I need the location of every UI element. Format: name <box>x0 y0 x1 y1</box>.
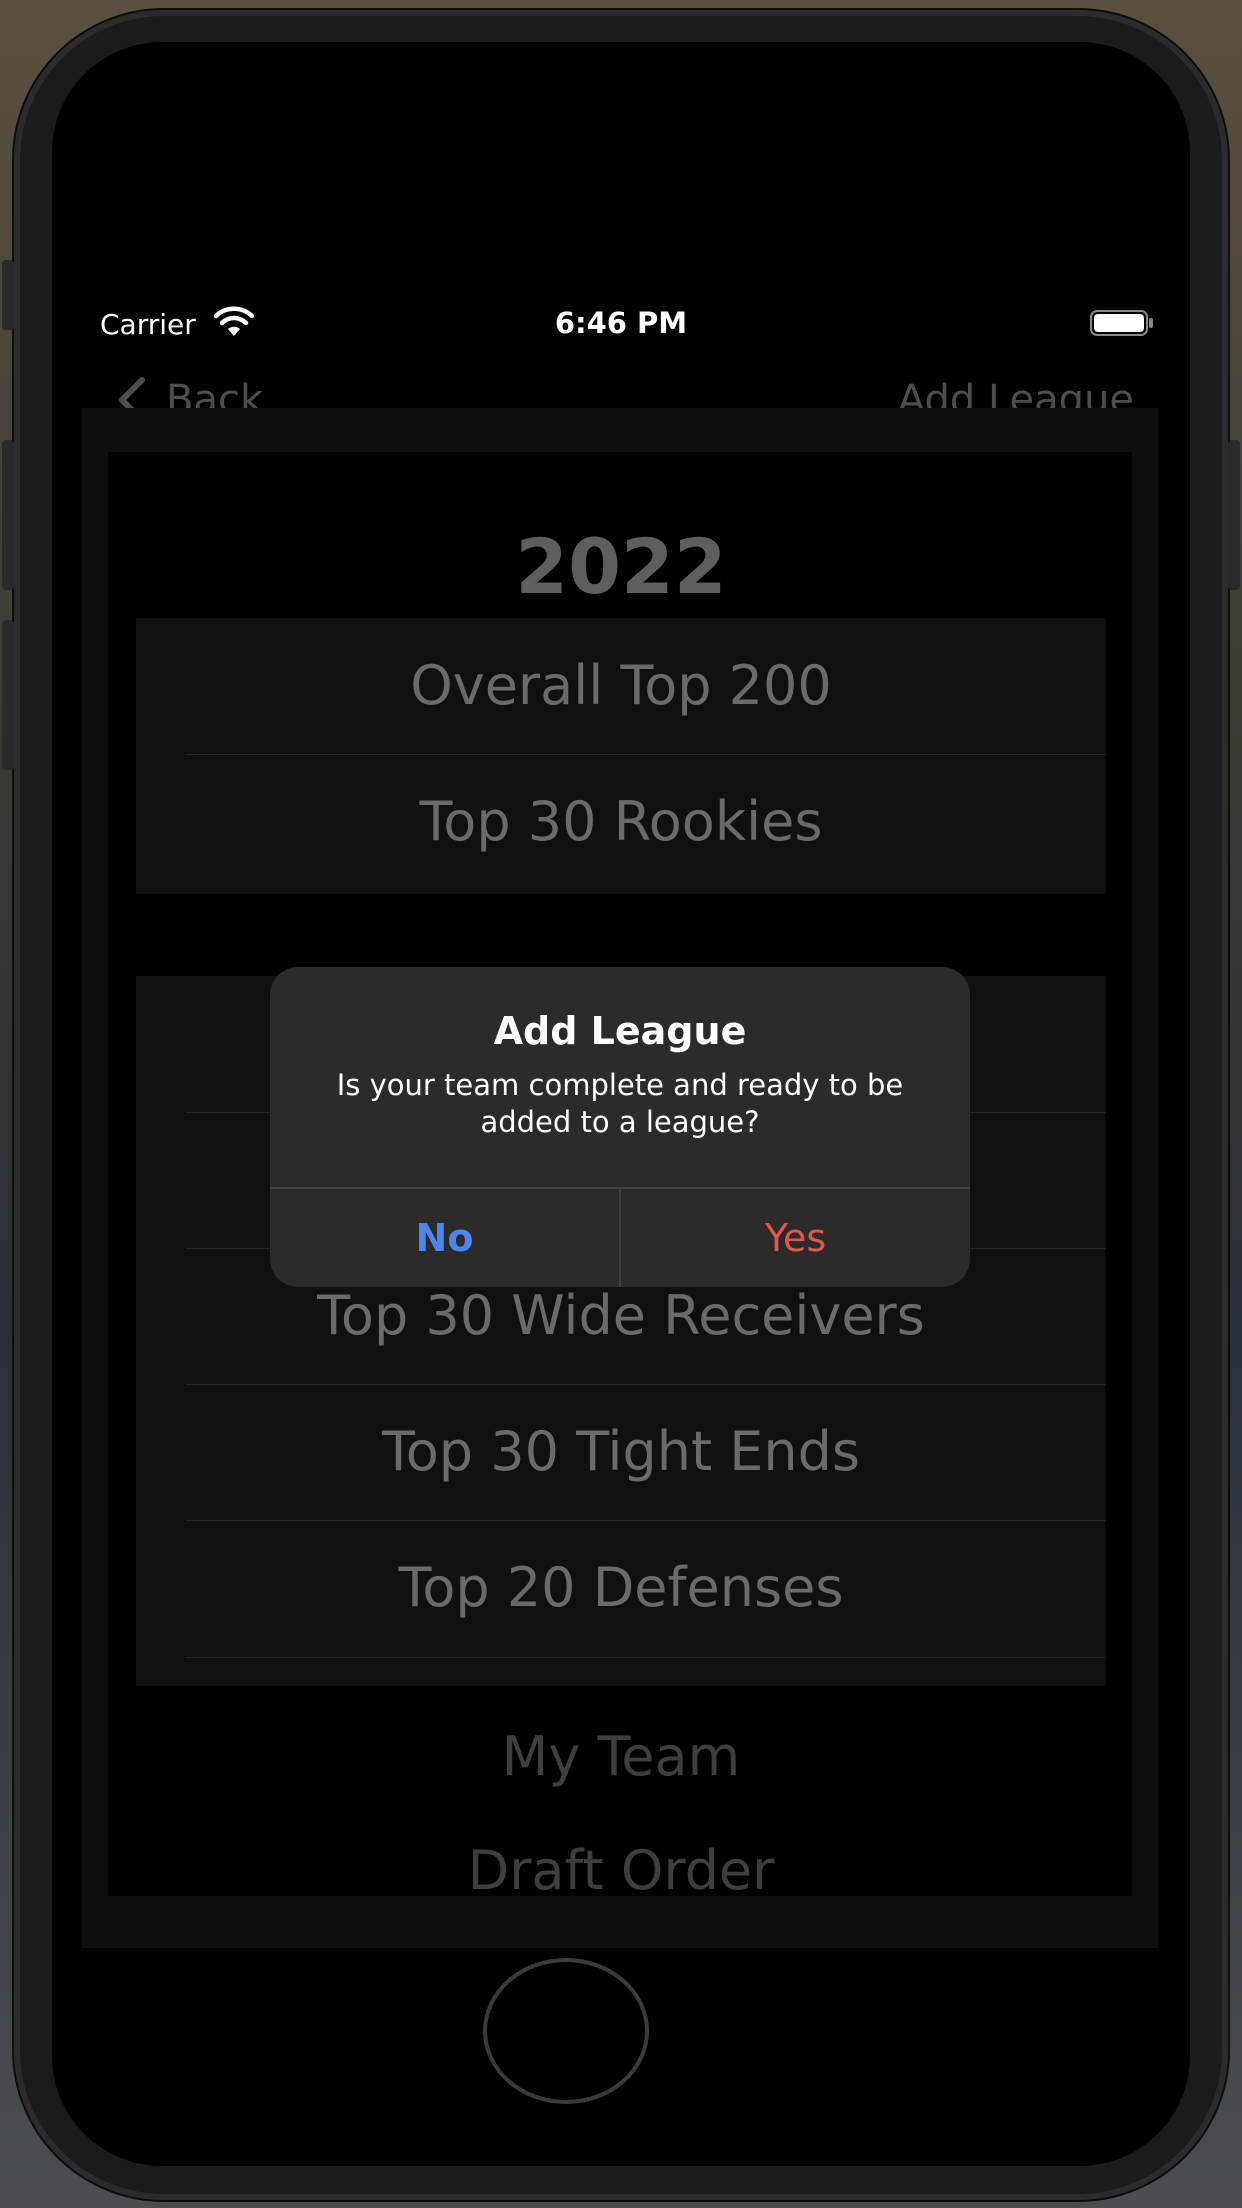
mute-switch <box>2 260 14 330</box>
alert-message: Is your team complete and ready to be ad… <box>336 1068 904 1139</box>
volume-down-button <box>2 620 14 770</box>
home-button[interactable] <box>483 1958 649 2104</box>
list-item-overall-top-200[interactable]: Overall Top 200 <box>136 618 1106 754</box>
year-title: 2022 <box>515 522 727 611</box>
list-item-top-20-defenses[interactable]: Top 20 Defenses <box>136 1520 1106 1658</box>
list-item-top-30-rookies[interactable]: Top 30 Rookies <box>136 754 1106 890</box>
my-team-button[interactable]: My Team <box>52 1717 1190 1797</box>
volume-up-button <box>2 440 14 590</box>
no-button[interactable]: No <box>270 1189 619 1287</box>
status-bar: Carrier 6:46 PM <box>52 304 1190 352</box>
phone-screen: Carrier 6:46 PM Back Add League 2022 Ove… <box>52 42 1190 2166</box>
status-time: 6:46 PM <box>554 306 688 340</box>
battery-icon <box>1090 310 1153 336</box>
power-button <box>1228 440 1240 590</box>
list-item-top-30-tight-ends[interactable]: Top 30 Tight Ends <box>136 1384 1106 1520</box>
add-league-alert: Add League Is your team complete and rea… <box>270 967 970 1287</box>
alert-title: Add League <box>493 1009 747 1053</box>
draft-order-button[interactable]: Draft Order <box>52 1831 1190 1911</box>
yes-button[interactable]: Yes <box>621 1189 970 1287</box>
rankings-group-1: Overall Top 200 Top 30 Rookies <box>136 618 1106 894</box>
